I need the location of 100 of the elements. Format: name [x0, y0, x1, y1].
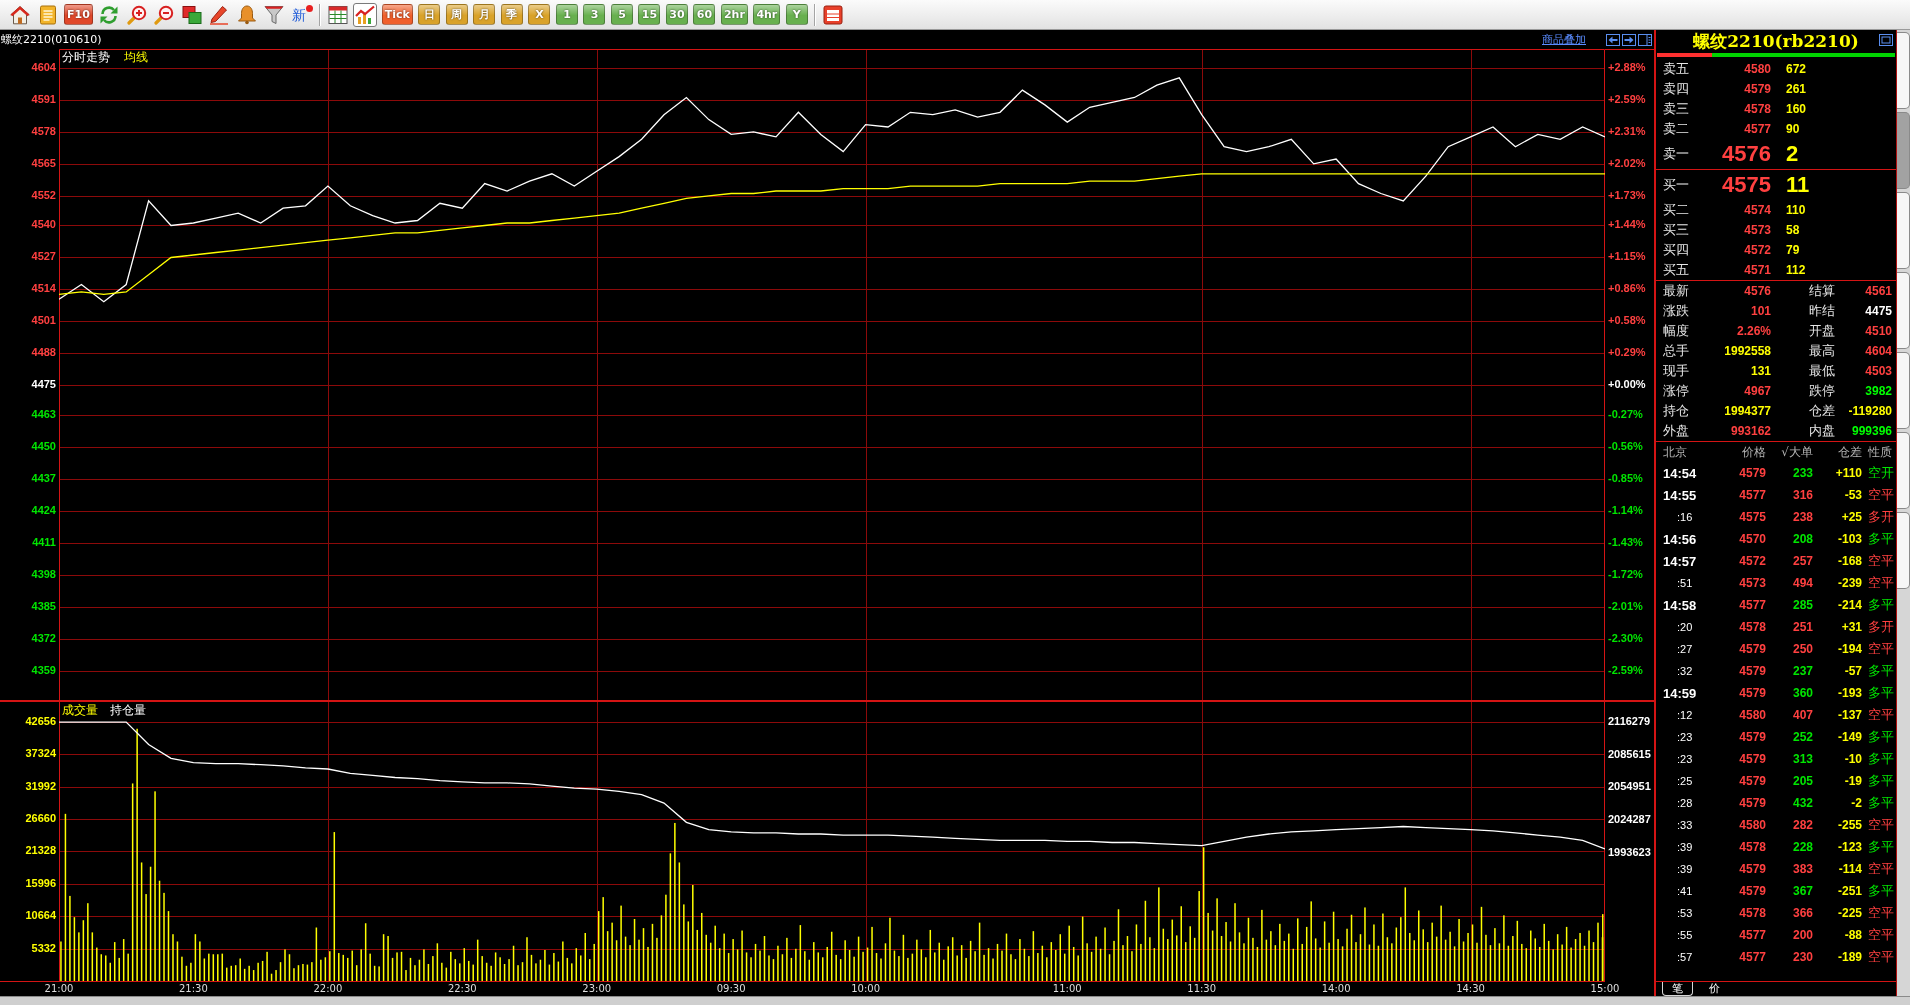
- axis-label: 31992: [25, 779, 56, 794]
- axis-label: -0.27%: [1608, 408, 1643, 422]
- trade-type: 空平: [1868, 948, 1894, 966]
- trade-price: 4579: [1739, 796, 1766, 810]
- axis-label: 4424: [31, 503, 56, 518]
- trade-type: 空平: [1868, 926, 1894, 944]
- axis-label: -2.59%: [1608, 663, 1643, 678]
- trade-volume: 208: [1792, 532, 1813, 546]
- trade-oi-change: -53: [1844, 488, 1862, 502]
- trade-type: 空平: [1868, 706, 1894, 724]
- trade-oi-change: -189: [1837, 950, 1862, 964]
- axis-label: 09:30: [716, 983, 746, 995]
- trade-oi-change: -193: [1837, 686, 1862, 700]
- stat-value: 2.26%: [1736, 324, 1771, 338]
- order-label: 买四: [1663, 242, 1689, 258]
- trade-volume: 494: [1792, 576, 1813, 590]
- trade-price: 4573: [1739, 576, 1766, 590]
- axis-label: 4463: [31, 408, 56, 422]
- trade-time: :25: [1677, 775, 1693, 787]
- trade-type: 空平: [1868, 904, 1894, 922]
- axis-label: 4450: [31, 439, 56, 454]
- trade-type: 多平: [1868, 882, 1894, 900]
- axis-label: 4565: [31, 156, 56, 171]
- trade-oi-change: -19: [1844, 774, 1862, 788]
- axis-label: 4385: [31, 599, 56, 614]
- trade-oi-change: -168: [1837, 554, 1862, 568]
- order-price: 4580: [1744, 62, 1771, 76]
- axis-label: 2085615: [1608, 747, 1651, 762]
- order-volume: 79: [1786, 243, 1800, 257]
- trade-volume: 250: [1792, 642, 1813, 656]
- legend-label: 持仓量: [110, 703, 146, 718]
- stat-label: 现手: [1663, 363, 1689, 379]
- axis-label: 21:00: [44, 983, 74, 995]
- axis-label: +2.02%: [1608, 156, 1646, 171]
- stat-label: 跌停: [1809, 383, 1835, 399]
- trade-oi-change: -214: [1837, 598, 1862, 612]
- axis-label: +0.29%: [1608, 346, 1646, 361]
- trade-time: 14:56: [1663, 531, 1697, 547]
- axis-label: 4540: [31, 218, 56, 233]
- trade-oi-change: -255: [1837, 818, 1862, 832]
- trade-oi-change: -239: [1837, 576, 1862, 590]
- trade-volume: 252: [1792, 730, 1813, 744]
- axis-label: +1.44%: [1608, 218, 1646, 233]
- trade-price: 4579: [1739, 884, 1766, 898]
- trade-oi-change: -114: [1838, 862, 1862, 876]
- axis-label: +2.88%: [1608, 60, 1646, 75]
- trade-price: 4575: [1739, 510, 1766, 524]
- trade-time: :39: [1677, 841, 1693, 853]
- stat-label: 外盘: [1663, 423, 1689, 439]
- trade-time: :23: [1677, 753, 1693, 765]
- trade-volume: 316: [1792, 488, 1813, 502]
- order-volume: 160: [1786, 102, 1807, 116]
- trade-volume: 407: [1792, 708, 1813, 722]
- column-header: 性质: [1868, 443, 1892, 461]
- trade-time: :27: [1677, 643, 1693, 655]
- axis-label: 4578: [31, 124, 56, 139]
- order-volume: 110: [1786, 203, 1806, 217]
- trade-price: 4579: [1739, 466, 1766, 480]
- trade-time: :41: [1677, 885, 1693, 897]
- stat-value: 4967: [1744, 384, 1771, 398]
- order-price: 4574: [1744, 203, 1771, 217]
- trade-price: 4579: [1739, 686, 1766, 700]
- stat-value: 4561: [1865, 284, 1892, 298]
- trade-type: 多平: [1868, 838, 1894, 856]
- trade-price: 4580: [1739, 818, 1766, 832]
- axis-label: 2116279: [1608, 714, 1651, 729]
- trade-volume: 238: [1792, 510, 1813, 524]
- trade-oi-change: -10: [1844, 752, 1862, 766]
- axis-label: -1.14%: [1608, 503, 1643, 518]
- trade-price: 4579: [1739, 664, 1766, 678]
- axis-label: 2024287: [1608, 812, 1651, 827]
- trade-price: 4577: [1739, 488, 1766, 502]
- axis-label: 4398: [31, 567, 56, 582]
- order-label: 买三: [1663, 222, 1689, 238]
- order-price: 4578: [1744, 102, 1771, 116]
- axis-label: 15:00: [1590, 983, 1620, 995]
- axis-label: 4359: [31, 663, 56, 678]
- trade-oi-change: -103: [1837, 532, 1862, 546]
- trade-price: 4572: [1739, 554, 1766, 568]
- trade-oi-change: -2: [1851, 796, 1862, 810]
- stat-label: 昨结: [1809, 303, 1835, 319]
- trade-volume: 383: [1792, 862, 1813, 876]
- trade-volume: 205: [1792, 774, 1813, 788]
- axis-label: +2.31%: [1608, 124, 1646, 139]
- column-header: 北京: [1663, 443, 1687, 461]
- trade-time: :51: [1677, 577, 1693, 589]
- axis-label: 4591: [31, 92, 56, 107]
- axis-label: -1.43%: [1608, 535, 1643, 550]
- trade-type: 多平: [1868, 684, 1894, 702]
- trade-time: :16: [1677, 511, 1693, 523]
- order-label: 买一: [1663, 177, 1689, 193]
- order-volume: 261: [1786, 82, 1807, 96]
- stat-value: 4503: [1865, 364, 1892, 378]
- order-price: 4572: [1744, 243, 1771, 257]
- stat-value: 3982: [1865, 384, 1892, 398]
- trade-price: 4579: [1739, 730, 1766, 744]
- axis-label: 4514: [31, 282, 56, 297]
- trade-oi-change: -137: [1837, 708, 1862, 722]
- stat-label: 总手: [1663, 343, 1689, 359]
- axis-label: -2.30%: [1608, 631, 1643, 646]
